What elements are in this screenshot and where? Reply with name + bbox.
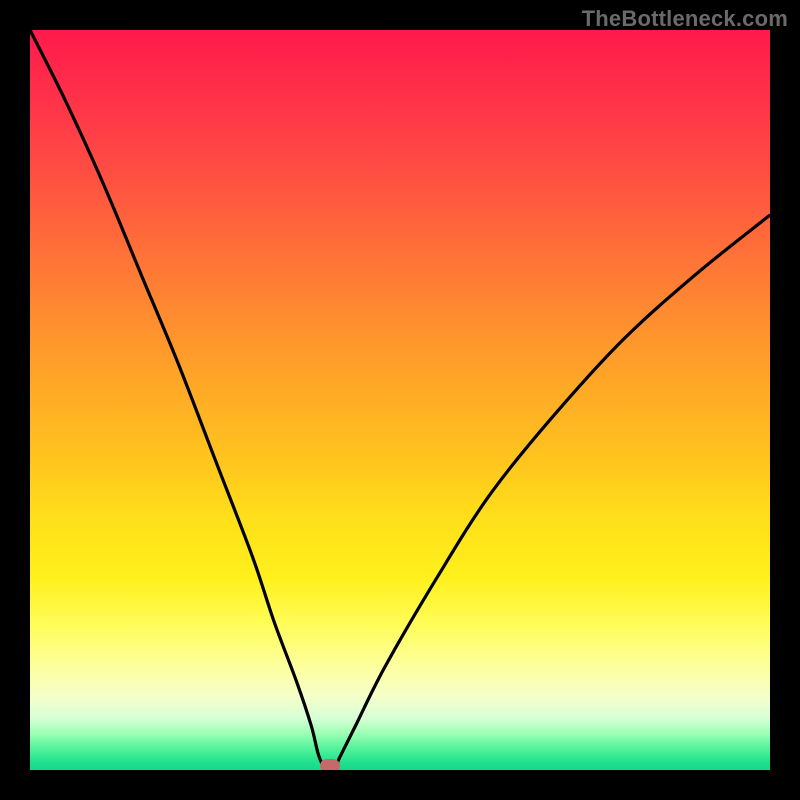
curve-svg — [30, 30, 770, 770]
chart-frame: TheBottleneck.com — [0, 0, 800, 800]
plot-area — [30, 30, 770, 770]
bottleneck-curve — [30, 30, 770, 770]
optimal-marker — [320, 759, 340, 770]
watermark-text: TheBottleneck.com — [582, 6, 788, 32]
